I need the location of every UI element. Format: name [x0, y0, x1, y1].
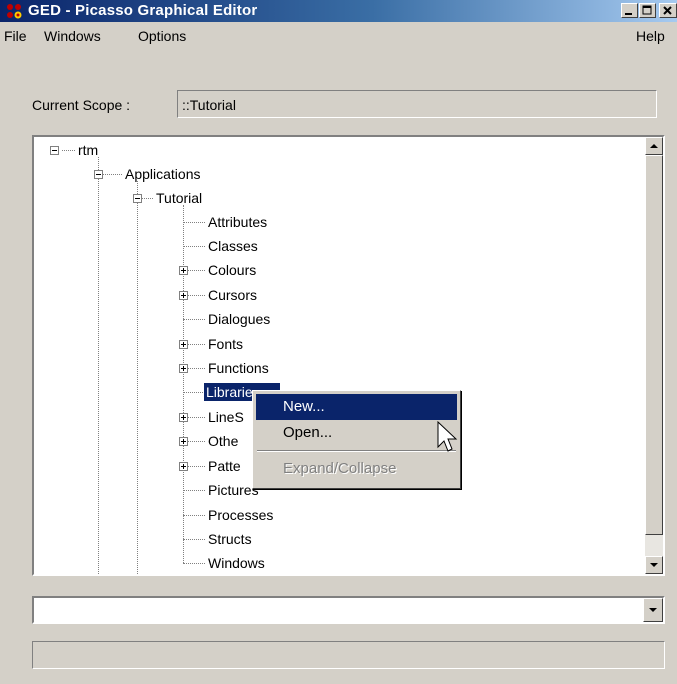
close-button[interactable]: [659, 3, 677, 18]
expander-fonts[interactable]: [179, 340, 188, 349]
expander-applications[interactable]: [94, 170, 103, 179]
mouse-cursor-icon: [437, 421, 458, 452]
arrow-up-icon: [650, 144, 658, 148]
menu-separator: [257, 450, 456, 452]
tree-node-rtm[interactable]: rtm: [76, 141, 100, 159]
tree-node-lines[interactable]: LineS: [206, 408, 246, 426]
status-bar: [32, 641, 665, 669]
tree-node-dialogues[interactable]: Dialogues: [206, 310, 272, 328]
menu-item-open[interactable]: Open...: [256, 420, 457, 446]
expander-lines[interactable]: [179, 413, 188, 422]
combo-dropdown-button[interactable]: [643, 598, 663, 622]
scope-value: ::Tutorial: [182, 97, 236, 113]
scroll-thumb[interactable]: [645, 155, 663, 535]
menu-options[interactable]: Options: [138, 28, 186, 44]
arrow-down-icon: [650, 563, 658, 567]
scope-label: Current Scope :: [32, 97, 131, 113]
title-bar[interactable]: GED - Picasso Graphical Editor: [0, 0, 677, 22]
chevron-down-icon: [649, 608, 657, 612]
menu-help[interactable]: Help: [636, 28, 665, 44]
tree-node-windows[interactable]: Windows: [206, 554, 267, 572]
tree-node-other[interactable]: Othe: [206, 432, 240, 450]
tree-node-attributes[interactable]: Attributes: [206, 213, 269, 231]
menu-file[interactable]: File: [4, 28, 27, 44]
expander-other[interactable]: [179, 437, 188, 446]
maximize-button[interactable]: [639, 3, 656, 18]
tree-node-functions[interactable]: Functions: [206, 359, 271, 377]
tree-node-applications[interactable]: Applications: [123, 165, 203, 183]
expander-functions[interactable]: [179, 364, 188, 373]
context-menu: New... Open... Expand/Collapse: [252, 390, 461, 489]
tree-node-colours[interactable]: Colours: [206, 261, 258, 279]
app-icon: [6, 3, 23, 19]
menu-item-expand-collapse: Expand/Collapse: [283, 460, 397, 477]
menu-windows[interactable]: Windows: [44, 28, 101, 44]
tree-node-cursors[interactable]: Cursors: [206, 286, 259, 304]
expander-cursors[interactable]: [179, 291, 188, 300]
expander-tutorial[interactable]: [133, 194, 142, 203]
tree-node-patterns[interactable]: Patte: [206, 457, 243, 475]
bottom-combo-box[interactable]: [32, 596, 665, 624]
scroll-up-button[interactable]: [645, 137, 663, 155]
tree-node-structs[interactable]: Structs: [206, 530, 254, 548]
tree-node-tutorial[interactable]: Tutorial: [154, 189, 204, 207]
menu-item-new[interactable]: New...: [256, 394, 457, 420]
tree-view[interactable]: rtm Applications Tutorial Attributes Cla…: [32, 135, 665, 576]
tree-node-classes[interactable]: Classes: [206, 237, 260, 255]
scope-field: ::Tutorial: [177, 90, 657, 118]
minimize-button[interactable]: [621, 3, 638, 18]
expander-colours[interactable]: [179, 266, 188, 275]
menu-bar: File Windows Options Help: [0, 24, 677, 48]
tree-node-fonts[interactable]: Fonts: [206, 335, 245, 353]
scroll-down-button[interactable]: [645, 556, 663, 574]
tree-scrollbar[interactable]: [645, 137, 663, 574]
expander-patterns[interactable]: [179, 462, 188, 471]
tree-node-processes[interactable]: Processes: [206, 506, 275, 524]
expander-rtm[interactable]: [50, 146, 59, 155]
window-title: GED - Picasso Graphical Editor: [28, 2, 258, 19]
